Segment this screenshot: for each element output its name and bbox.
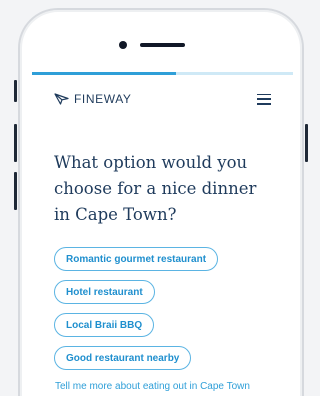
top-navigation: FINEWAY [54,90,271,108]
option-good-restaurant-nearby[interactable]: Good restaurant nearby [54,346,192,370]
brand-name: FINEWAY [74,92,132,106]
phone-mute-switch [14,80,17,102]
camera-icon [119,41,127,49]
phone-screen: FINEWAY What option would you choose for… [32,72,293,396]
phone-power-button [305,124,308,162]
more-info-link[interactable]: Tell me more about eating out in Cape To… [55,381,250,392]
option-romantic-gourmet-restaurant[interactable]: Romantic gourmet restaurant [54,247,219,271]
speaker-grille [140,43,185,47]
option-hotel-restaurant[interactable]: Hotel restaurant [54,280,155,304]
hamburger-menu-icon[interactable] [257,93,271,105]
stage: FINEWAY What option would you choose for… [0,0,312,396]
brand-logo[interactable]: FINEWAY [54,92,132,106]
progress-bar-fill [32,72,176,75]
phone-volume-up-button [14,124,17,162]
option-local-braii-bbq[interactable]: Local Braii BBQ [54,313,155,337]
progress-bar [32,72,293,75]
question-heading: What option would you choose for a nice … [54,153,257,224]
phone-volume-down-button [14,172,17,210]
fineway-arrow-icon [54,93,69,105]
answer-options: Romantic gourmet restaurant Hotel restau… [54,247,219,379]
